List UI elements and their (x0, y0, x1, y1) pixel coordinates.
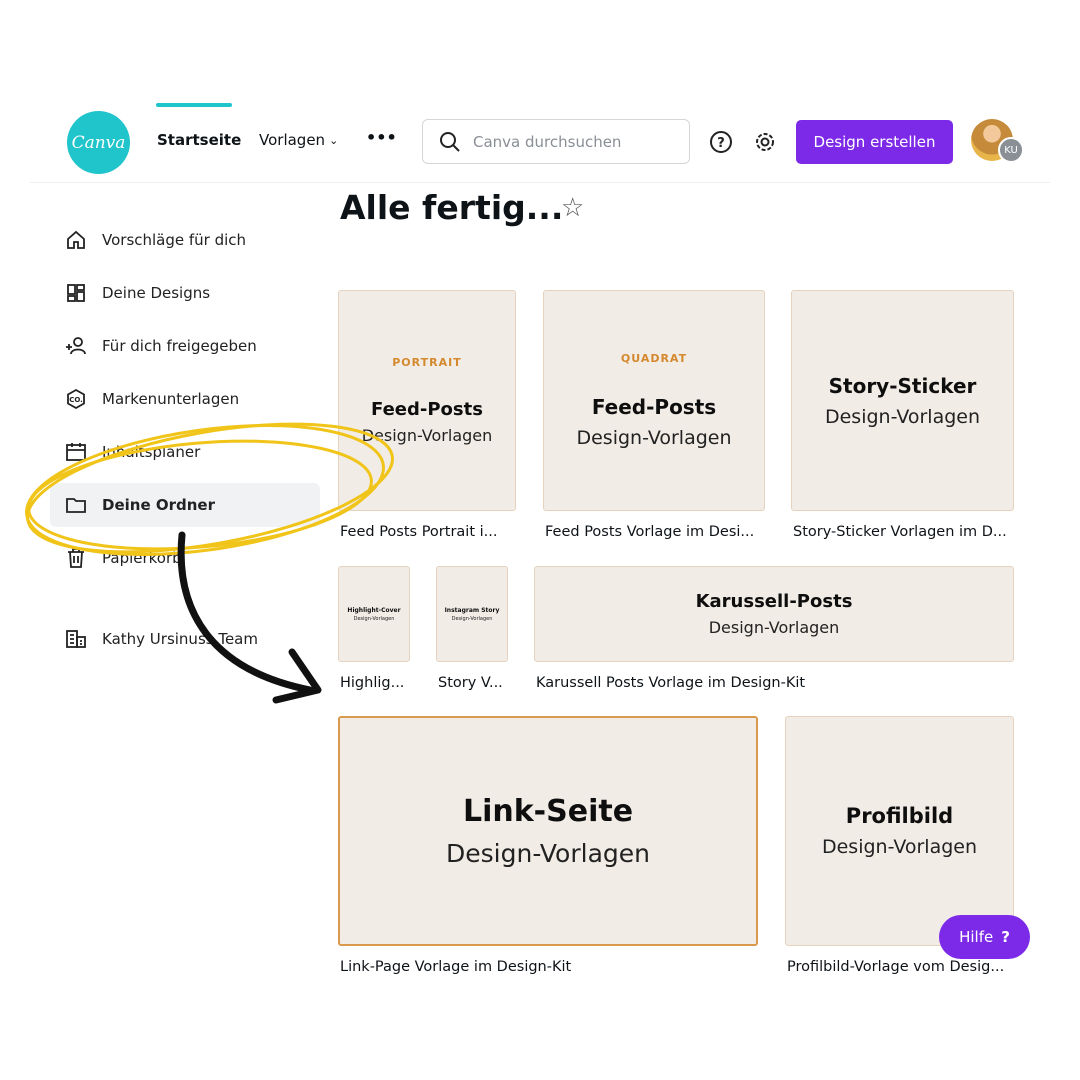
design-card[interactable]: Story-Sticker Design-Vorlagen (791, 290, 1014, 511)
sidebar-item-deine-ordner[interactable]: Deine Ordner (50, 483, 320, 527)
sidebar-item-kathy-ursinuss-team[interactable]: Kathy Ursinuss Team (50, 617, 320, 661)
sidebar-item-label: Kathy Ursinuss Team (102, 630, 258, 648)
sidebar-item-label: Inhaltsplaner (102, 443, 201, 461)
team-icon (66, 630, 86, 648)
card-caption[interactable]: Story V... (438, 675, 503, 691)
card-subtitle: Design-Vorlagen (708, 618, 840, 637)
sidebar-item-markenunterlagen[interactable]: CO. Markenunterlagen (50, 377, 320, 421)
chevron-down-icon: ⌄ (329, 133, 339, 147)
sidebar-item-deine-designs[interactable]: Deine Designs (50, 271, 320, 315)
card-caption[interactable]: Feed Posts Portrait i... (340, 524, 497, 540)
card-caption[interactable]: Profilbild-Vorlage vom Desig... (787, 959, 1004, 975)
card-title: Highlight-Cover (347, 606, 401, 614)
search-icon (440, 131, 460, 152)
header-divider (30, 182, 1050, 183)
folder-icon (66, 498, 86, 513)
more-menu-button[interactable]: ••• (366, 128, 397, 147)
card-title: Story-Sticker (828, 373, 977, 398)
sidebar-item-label: Deine Designs (102, 284, 211, 302)
team-avatar[interactable]: KU (998, 137, 1024, 163)
design-card[interactable]: Instagram Story Design-Vorlagen (436, 566, 508, 662)
card-tag: QUADRAT (620, 352, 688, 365)
home-icon (67, 230, 85, 249)
page-title: Alle fertig... (340, 188, 564, 227)
card-subtitle: Design-Vorlagen (576, 427, 732, 449)
card-subtitle: Design-Vorlagen (353, 615, 395, 622)
design-card[interactable]: Profilbild Design-Vorlagen (785, 716, 1014, 946)
card-caption[interactable]: Highlig... (340, 675, 404, 691)
card-title: Feed-Posts (591, 395, 717, 419)
tab-startseite[interactable]: Startseite (157, 131, 241, 149)
card-caption[interactable]: Feed Posts Vorlage im Desi... (545, 524, 754, 540)
card-tag: PORTRAIT (392, 356, 462, 369)
card-subtitle: Design-Vorlagen (451, 615, 493, 622)
search-input[interactable]: Canva durchsuchen (422, 119, 690, 164)
design-card[interactable]: QUADRAT Feed-Posts Design-Vorlagen (543, 290, 765, 511)
card-subtitle: Design-Vorlagen (824, 405, 980, 428)
design-card[interactable]: Highlight-Cover Design-Vorlagen (338, 566, 410, 662)
tab-vorlagen-label: Vorlagen (259, 131, 326, 149)
sidebar-item-vorschl-ge-f-r-dich[interactable]: Vorschläge für dich (50, 218, 320, 262)
card-subtitle: Design-Vorlagen (821, 836, 977, 858)
card-subtitle: Design-Vorlagen (446, 839, 650, 868)
sidebar-item-f-r-dich-freigegeben[interactable]: Für dich freigegeben (50, 324, 320, 368)
help-label: Hilfe (959, 928, 994, 946)
card-title: Profilbild (845, 804, 954, 828)
card-title: Instagram Story (444, 606, 500, 614)
tab-vorlagen[interactable]: Vorlagen ⌄ (259, 131, 338, 149)
sidebar-item-label: Vorschläge für dich (102, 231, 247, 249)
help-icon[interactable]: ? (708, 129, 734, 155)
sidebar-item-inhaltsplaner[interactable]: Inhaltsplaner (50, 430, 320, 474)
sidebar-item-label: Für dich freigegeben (102, 337, 257, 355)
svg-text:CO.: CO. (69, 396, 83, 404)
card-caption[interactable]: Link-Page Vorlage im Design-Kit (340, 959, 571, 975)
design-card[interactable]: PORTRAIT Feed-Posts Design-Vorlagen (338, 290, 516, 511)
sidebar-item-label: Deine Ordner (102, 496, 215, 514)
card-subtitle: Design-Vorlagen (361, 426, 493, 445)
card-title: Link-Seite (462, 794, 634, 829)
card-title: Feed-Posts (371, 399, 483, 420)
create-design-button[interactable]: Design erstellen (796, 120, 953, 164)
question-icon: ? (1001, 928, 1010, 946)
help-chat-button[interactable]: Hilfe? (939, 915, 1030, 959)
gear-icon[interactable] (752, 129, 778, 155)
calendar-icon (66, 443, 86, 461)
shared-users-icon (66, 337, 86, 355)
trash-icon (68, 548, 84, 568)
active-tab-indicator (156, 103, 232, 107)
canva-logo[interactable]: Canva (67, 111, 130, 174)
grid-icon (67, 284, 85, 302)
card-caption[interactable]: Story-Sticker Vorlagen im D... (793, 524, 1007, 540)
card-title: Karussell-Posts (695, 591, 853, 612)
brand-icon: CO. (67, 388, 85, 410)
card-caption[interactable]: Karussell Posts Vorlage im Design-Kit (536, 675, 805, 691)
design-card[interactable]: Karussell-Posts Design-Vorlagen (534, 566, 1014, 662)
search-placeholder: Canva durchsuchen (473, 132, 622, 151)
design-card[interactable]: Link-Seite Design-Vorlagen (338, 716, 758, 946)
sidebar-item-label: Papierkorb (102, 549, 182, 567)
sidebar-item-papierkorb[interactable]: Papierkorb (50, 536, 320, 580)
sidebar-item-label: Markenunterlagen (102, 390, 240, 408)
star-icon[interactable]: ☆ (561, 193, 584, 223)
svg-text:?: ? (717, 136, 725, 151)
